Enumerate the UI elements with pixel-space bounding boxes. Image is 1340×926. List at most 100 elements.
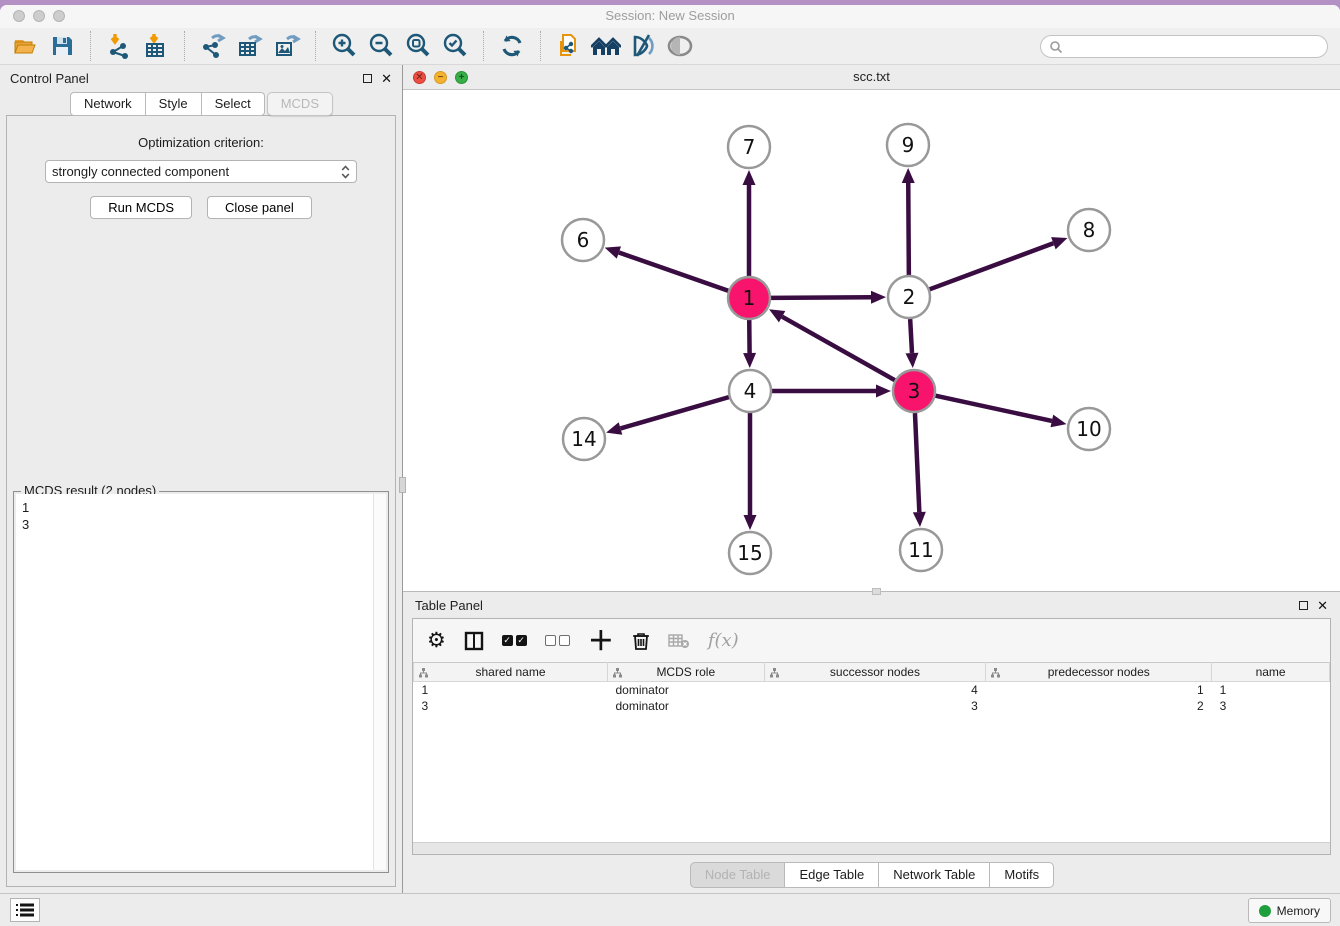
panel-splitter-handle[interactable] xyxy=(399,477,406,493)
mcds-result-group: MCDS result (2 nodes) 1 3 xyxy=(13,491,389,873)
edge-3-1[interactable] xyxy=(782,317,895,381)
tab-network-table[interactable]: Network Table xyxy=(878,862,990,888)
cell-predecessor-nodes[interactable]: 2 xyxy=(986,698,1212,714)
graph-node-label: 7 xyxy=(743,135,756,159)
tab-edge-table[interactable]: Edge Table xyxy=(784,862,879,888)
table-settings-icon[interactable]: ⚙ xyxy=(427,628,446,653)
tab-mcds[interactable]: MCDS xyxy=(267,92,333,116)
tab-select[interactable]: Select xyxy=(201,92,265,116)
control-panel-title: Control Panel xyxy=(10,71,89,86)
edge-3-10[interactable] xyxy=(935,396,1051,421)
select-all-icon[interactable] xyxy=(502,635,527,646)
column-header-name[interactable]: name xyxy=(1212,663,1330,682)
developer-log-button[interactable] xyxy=(10,898,40,922)
memory-button[interactable]: Memory xyxy=(1248,898,1331,923)
toolbar-separator xyxy=(90,31,91,61)
graph-node-label: 15 xyxy=(737,541,762,565)
cell-mcds-role[interactable]: dominator xyxy=(608,682,765,698)
duplicate-network-icon[interactable] xyxy=(554,31,584,61)
cell-successor-nodes[interactable]: 3 xyxy=(764,698,986,714)
network-canvas[interactable]: 7968124310141511 xyxy=(403,90,1340,592)
table-row[interactable]: 3 dominator 3 2 3 xyxy=(414,698,1330,714)
cybrowser-icon[interactable] xyxy=(591,31,621,61)
search-input[interactable] xyxy=(1040,35,1328,58)
network-view-window: ✕ − + scc.txt 7968124310141511 xyxy=(403,65,1340,592)
import-network-icon[interactable] xyxy=(104,31,134,61)
cell-name[interactable]: 3 xyxy=(1212,698,1330,714)
table-horizontal-scrollbar[interactable] xyxy=(413,842,1330,854)
criterion-value: strongly connected component xyxy=(52,164,229,179)
tab-node-table[interactable]: Node Table xyxy=(690,862,786,888)
optimization-criterion-label: Optimization criterion: xyxy=(7,135,395,150)
save-session-icon[interactable] xyxy=(47,31,77,61)
column-header-successor-nodes[interactable]: successor nodes xyxy=(764,663,986,682)
refresh-icon[interactable] xyxy=(497,31,527,61)
edge-arrowhead xyxy=(605,246,621,258)
column-header-predecessor-nodes[interactable]: predecessor nodes xyxy=(986,663,1212,682)
result-scrollbar[interactable] xyxy=(373,494,386,870)
cell-predecessor-nodes[interactable]: 1 xyxy=(986,682,1212,698)
tree-icon xyxy=(419,667,428,681)
table-panel-title: Table Panel xyxy=(415,598,483,613)
edge-2-8[interactable] xyxy=(930,243,1054,289)
table-row[interactable]: 1 dominator 4 1 1 xyxy=(414,682,1330,698)
memory-status-icon xyxy=(1259,905,1271,917)
graph-node-label: 11 xyxy=(908,538,933,562)
zoom-selected-icon[interactable] xyxy=(440,31,470,61)
import-table-icon[interactable] xyxy=(141,31,171,61)
cell-successor-nodes[interactable]: 4 xyxy=(764,682,986,698)
close-table-panel-icon[interactable]: ✕ xyxy=(1317,599,1328,612)
edge-2-3[interactable] xyxy=(910,319,912,353)
export-network-icon[interactable] xyxy=(198,31,228,61)
tab-motifs[interactable]: Motifs xyxy=(989,862,1054,888)
mcds-result-list[interactable]: 1 3 xyxy=(16,494,386,870)
toolbar-separator xyxy=(315,31,316,61)
edge-1-6[interactable] xyxy=(619,253,728,291)
cell-name[interactable]: 1 xyxy=(1212,682,1330,698)
run-mcds-button[interactable]: Run MCDS xyxy=(90,196,192,219)
edge-1-2[interactable] xyxy=(771,297,871,298)
close-panel-icon[interactable]: ✕ xyxy=(381,72,392,85)
show-hide-icon[interactable] xyxy=(665,31,695,61)
edge-3-11[interactable] xyxy=(915,413,919,512)
main-toolbar xyxy=(0,28,1340,65)
cell-shared-name[interactable]: 1 xyxy=(414,682,608,698)
graph-node-label: 2 xyxy=(903,285,916,309)
open-file-icon[interactable] xyxy=(10,31,40,61)
edge-arrowhead xyxy=(744,515,757,530)
zoom-fit-icon[interactable] xyxy=(403,31,433,61)
graph-node-label: 1 xyxy=(743,286,756,310)
function-builder-icon: f(x) xyxy=(708,630,739,651)
edge-4-14[interactable] xyxy=(621,397,729,428)
control-panel: Control Panel ✕ Network Style Select MCD… xyxy=(0,65,403,893)
zoom-out-icon[interactable] xyxy=(366,31,396,61)
cell-mcds-role[interactable]: dominator xyxy=(608,698,765,714)
edge-arrowhead xyxy=(871,291,886,304)
float-panel-icon[interactable] xyxy=(363,74,372,83)
search-icon xyxy=(1049,40,1063,54)
column-visibility-icon[interactable] xyxy=(464,631,484,651)
column-header-mcds-role[interactable]: MCDS role xyxy=(608,663,765,682)
float-table-panel-icon[interactable] xyxy=(1299,601,1308,610)
toolbar-separator xyxy=(540,31,541,61)
deselect-all-icon[interactable] xyxy=(545,635,570,646)
criterion-select[interactable]: strongly connected component xyxy=(45,160,357,183)
graph-node-label: 14 xyxy=(571,427,596,451)
close-panel-button[interactable]: Close panel xyxy=(207,196,312,219)
delete-column-icon[interactable] xyxy=(632,631,650,651)
column-header-shared-name[interactable]: shared name xyxy=(414,663,608,682)
edge-arrowhead xyxy=(1051,237,1067,249)
export-table-icon[interactable] xyxy=(235,31,265,61)
export-image-icon[interactable] xyxy=(272,31,302,61)
toolbar-separator xyxy=(483,31,484,61)
tab-style[interactable]: Style xyxy=(145,92,202,116)
control-panel-tabs: Network Style Select MCDS xyxy=(0,92,402,116)
tab-network[interactable]: Network xyxy=(70,92,146,116)
add-column-icon[interactable]: ＋ xyxy=(588,628,614,654)
zoom-in-icon[interactable] xyxy=(329,31,359,61)
edge-2-9[interactable] xyxy=(908,183,909,275)
hide-panel-icon[interactable] xyxy=(628,31,658,61)
cell-shared-name[interactable]: 3 xyxy=(414,698,608,714)
graph-node-label: 3 xyxy=(908,379,921,403)
table-empty-area xyxy=(413,714,1330,843)
